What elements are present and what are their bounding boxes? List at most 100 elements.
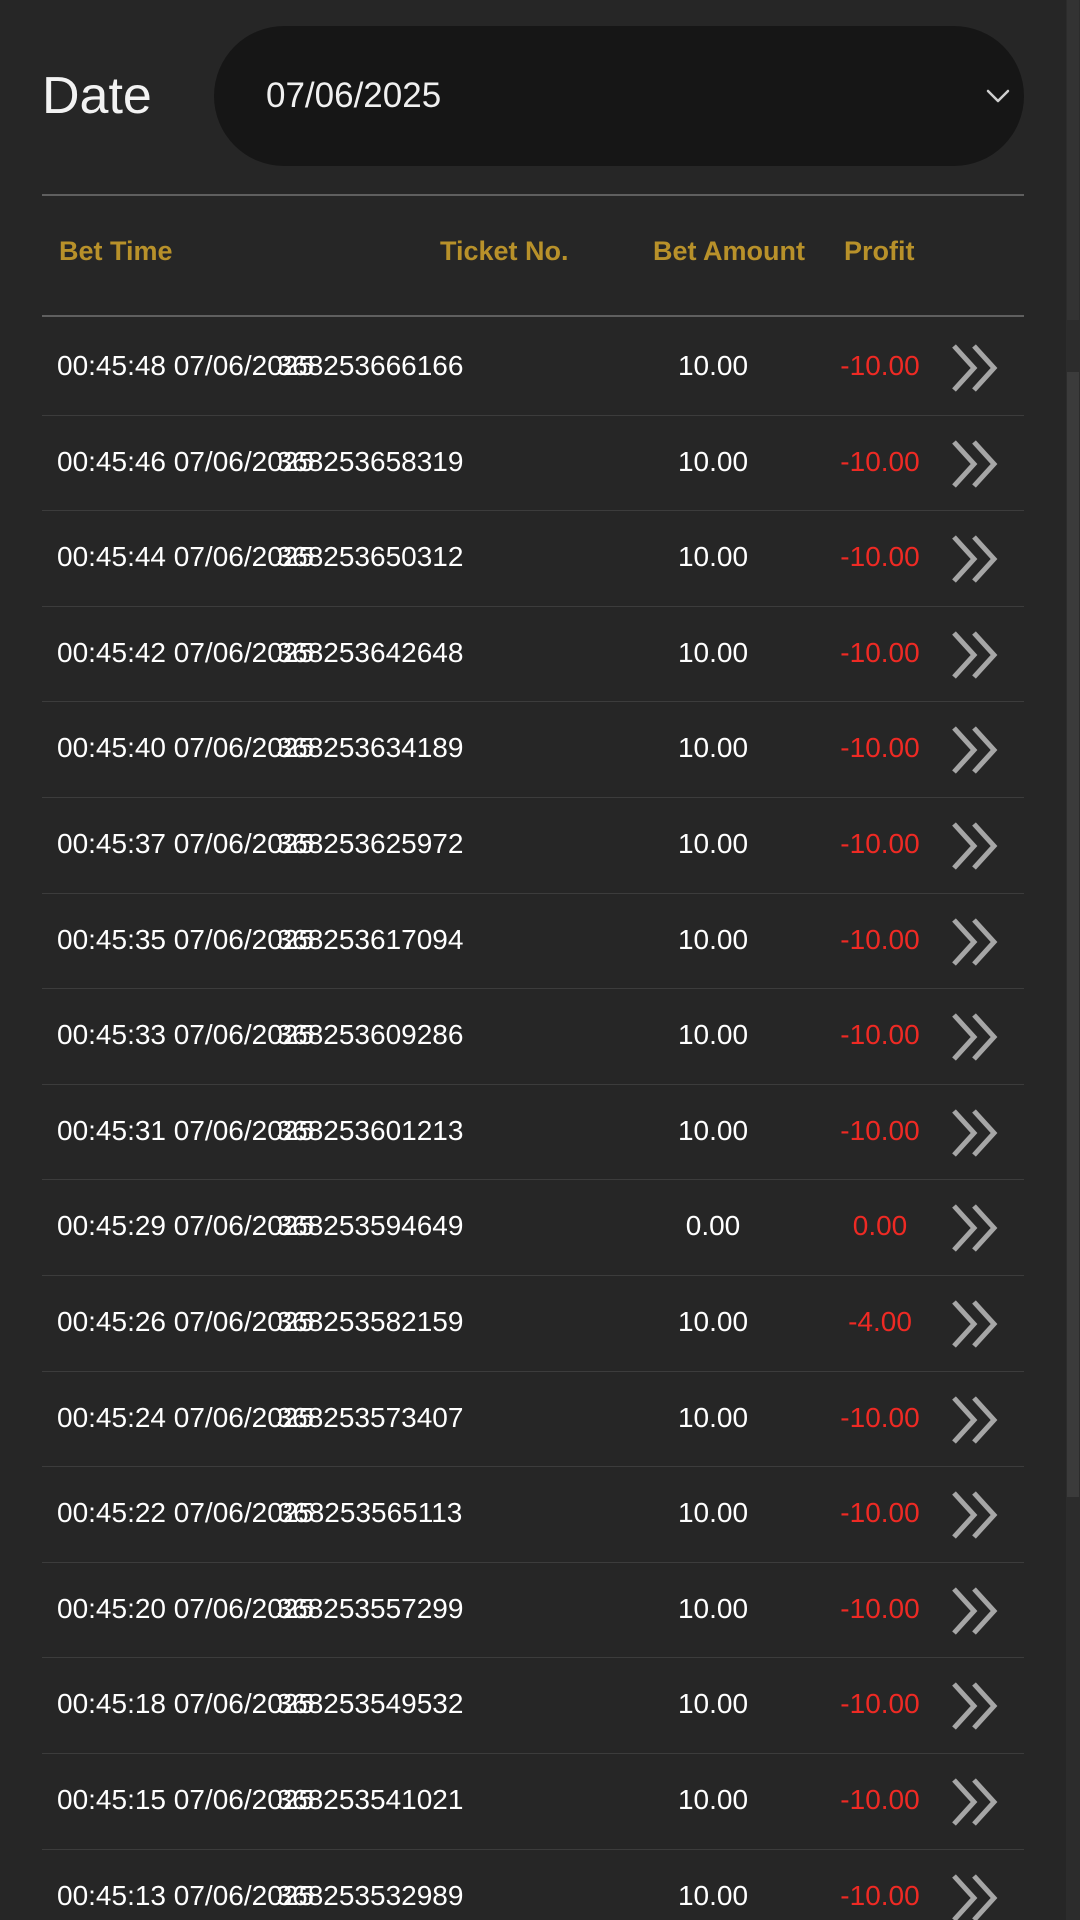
bet-amount-cell: 10.00	[677, 1114, 749, 1146]
table-row[interactable]: 00:45:26 07/06/2025 368253582159 10.00 -4.0…	[42, 1276, 1024, 1372]
table-row[interactable]: 00:45:42 07/06/2025 368253642648 10.00 -10.…	[42, 607, 1024, 703]
profit-cell: -10.00	[840, 1688, 920, 1720]
double-chevron-right-icon[interactable]	[948, 629, 1002, 681]
bet-amount-cell: 10.00	[677, 923, 749, 955]
profit-cell: -10.00	[840, 350, 920, 381]
ticket-no-cell: 368253594649	[276, 1210, 464, 1242]
header-bet-time: Bet Time	[59, 236, 173, 266]
profit-cell: -10.00	[840, 732, 920, 764]
bet-amount-cell: 10.00	[677, 1783, 749, 1815]
profit-cell: -10.00	[840, 1497, 920, 1529]
profit-cell: -10.00	[840, 827, 920, 859]
double-chevron-right-icon[interactable]	[948, 1776, 1002, 1828]
table-row[interactable]: 00:45:13 07/06/2025 368253532989 10.00 -10.…	[42, 1850, 1024, 1920]
table-row[interactable]: 00:45:37 07/06/2025 368253625972 10.00 -10.…	[42, 798, 1024, 894]
profit-cell: -10.00	[840, 1592, 920, 1624]
profit-cell: -10.00	[840, 1114, 920, 1146]
ticket-no-cell: 368253658319	[276, 445, 464, 477]
ticket-no-cell: 368253650312	[276, 541, 464, 573]
double-chevron-right-icon[interactable]	[948, 1680, 1002, 1732]
date-value: 07/06/2025	[266, 76, 442, 115]
double-chevron-right-icon[interactable]	[948, 1107, 1002, 1159]
ticket-no-cell: 368253617094	[276, 923, 464, 955]
ticket-no-cell: 368253625972	[276, 827, 464, 859]
double-chevron-right-icon[interactable]	[948, 1872, 1002, 1920]
profit-cell: -10.00	[840, 923, 920, 955]
table-row[interactable]: 00:45:29 07/06/2025 368253594649 0.00 0.00	[42, 1180, 1024, 1276]
table-row[interactable]: 00:45:44 07/06/2025 368253650312 10.00 -10.…	[42, 511, 1024, 607]
bet-amount-cell: 10.00	[677, 1305, 749, 1337]
header-bet-amount: Bet Amount	[653, 236, 805, 266]
bet-amount-cell: 10.00	[677, 827, 749, 859]
table-row[interactable]: 00:45:22 07/06/2025 368253565113 10.00 -10.…	[42, 1467, 1024, 1563]
chevron-down-icon	[986, 89, 1010, 103]
ticket-no-cell: 368253573407	[276, 1401, 464, 1433]
profit-cell: -4.00	[848, 1305, 912, 1337]
table-row[interactable]: 00:45:35 07/06/2025 368253617094 10.00 -10.…	[42, 894, 1024, 990]
ticket-no-cell: 368253582159	[276, 1305, 464, 1337]
ticket-no-cell: 368253634189	[276, 732, 464, 764]
table-row[interactable]: 00:45:40 07/06/2025 368253634189 10.00 -10.…	[42, 702, 1024, 798]
bet-history-page: Date 07/06/2025 Bet Time Ticket No. Bet …	[0, 0, 1080, 1920]
date-filter: Date 07/06/2025	[42, 26, 1024, 166]
profit-cell: -10.00	[840, 541, 920, 573]
table-row[interactable]: 00:45:31 07/06/2025 368253601213 10.00 -10.…	[42, 1085, 1024, 1181]
bet-amount-cell: 10.00	[677, 541, 749, 573]
bet-amount-cell: 10.00	[677, 1688, 749, 1720]
ticket-no-cell: 368253557299	[276, 1592, 464, 1624]
scrollbar-track-top	[1067, 0, 1079, 320]
bet-amount-cell: 10.00	[677, 1497, 749, 1529]
profit-cell: -10.00	[840, 1019, 920, 1051]
double-chevron-right-icon[interactable]	[948, 724, 1002, 776]
bet-amount-cell: 10.00	[677, 1019, 749, 1051]
profit-cell: 0.00	[852, 1210, 908, 1242]
ticket-no-cell: 368253642648	[276, 636, 464, 668]
ticket-no-cell: 368253601213	[276, 1114, 464, 1146]
bet-amount-cell: 10.00	[677, 445, 749, 477]
double-chevron-right-icon[interactable]	[948, 1394, 1002, 1446]
double-chevron-right-icon[interactable]	[948, 438, 1002, 490]
bet-table-body: 00:45:48 07/06/2025 368253666166 10.00 -10.…	[42, 320, 1024, 1920]
double-chevron-right-icon[interactable]	[948, 342, 1002, 394]
bet-amount-cell: 10.00	[677, 1879, 749, 1911]
table-row[interactable]: 00:45:20 07/06/2025 368253557299 10.00 -10.…	[42, 1563, 1024, 1659]
table-row[interactable]: 00:45:18 07/06/2025 368253549532 10.00 -10.…	[42, 1658, 1024, 1754]
divider	[42, 315, 1024, 317]
double-chevron-right-icon[interactable]	[948, 1585, 1002, 1637]
ticket-no-cell: 368253565113	[277, 1497, 463, 1529]
header-profit: Profit	[844, 236, 915, 266]
table-row[interactable]: 00:45:48 07/06/2025 368253666166 10.00 -10.…	[42, 320, 1024, 416]
profit-cell: -10.00	[840, 1783, 920, 1815]
table-row[interactable]: 00:45:24 07/06/2025 368253573407 10.00 -10.…	[42, 1372, 1024, 1468]
double-chevron-right-icon[interactable]	[948, 916, 1002, 968]
profit-cell: -10.00	[840, 1879, 920, 1911]
bet-amount-cell: 10.00	[677, 636, 749, 668]
date-label: Date	[42, 67, 152, 125]
ticket-no-cell: 368253532989	[276, 1879, 464, 1911]
double-chevron-right-icon[interactable]	[948, 820, 1002, 872]
double-chevron-right-icon[interactable]	[948, 1202, 1002, 1254]
bet-amount-cell: 10.00	[677, 1592, 749, 1624]
table-row[interactable]: 00:45:33 07/06/2025 368253609286 10.00 -10.…	[42, 989, 1024, 1085]
table-row[interactable]: 00:45:15 07/06/2025 368253541021 10.00 -10.…	[42, 1754, 1024, 1850]
ticket-no-cell: 368253549532	[276, 1688, 464, 1720]
bet-amount-cell: 10.00	[677, 1401, 749, 1433]
table-row[interactable]: 00:45:46 07/06/2025 368253658319 10.00 -10.…	[42, 416, 1024, 512]
bet-amount-cell: 0.00	[685, 1210, 741, 1242]
bet-amount-cell: 10.00	[677, 350, 749, 381]
ticket-no-cell: 368253609286	[276, 1019, 464, 1051]
double-chevron-right-icon[interactable]	[948, 533, 1002, 585]
double-chevron-right-icon[interactable]	[948, 1011, 1002, 1063]
scrollbar-thumb[interactable]	[1067, 372, 1079, 1497]
date-select[interactable]: 07/06/2025	[214, 26, 1024, 166]
profit-cell: -10.00	[840, 636, 920, 668]
ticket-no-cell: 368253541021	[276, 1783, 464, 1815]
scrollbar[interactable]	[1066, 0, 1080, 1920]
divider	[42, 194, 1024, 196]
profit-cell: -10.00	[840, 1401, 920, 1433]
double-chevron-right-icon[interactable]	[948, 1298, 1002, 1350]
double-chevron-right-icon[interactable]	[948, 1489, 1002, 1541]
ticket-no-cell: 368253666166	[276, 350, 464, 381]
header-ticket-no: Ticket No.	[440, 236, 569, 266]
bet-amount-cell: 10.00	[677, 732, 749, 764]
